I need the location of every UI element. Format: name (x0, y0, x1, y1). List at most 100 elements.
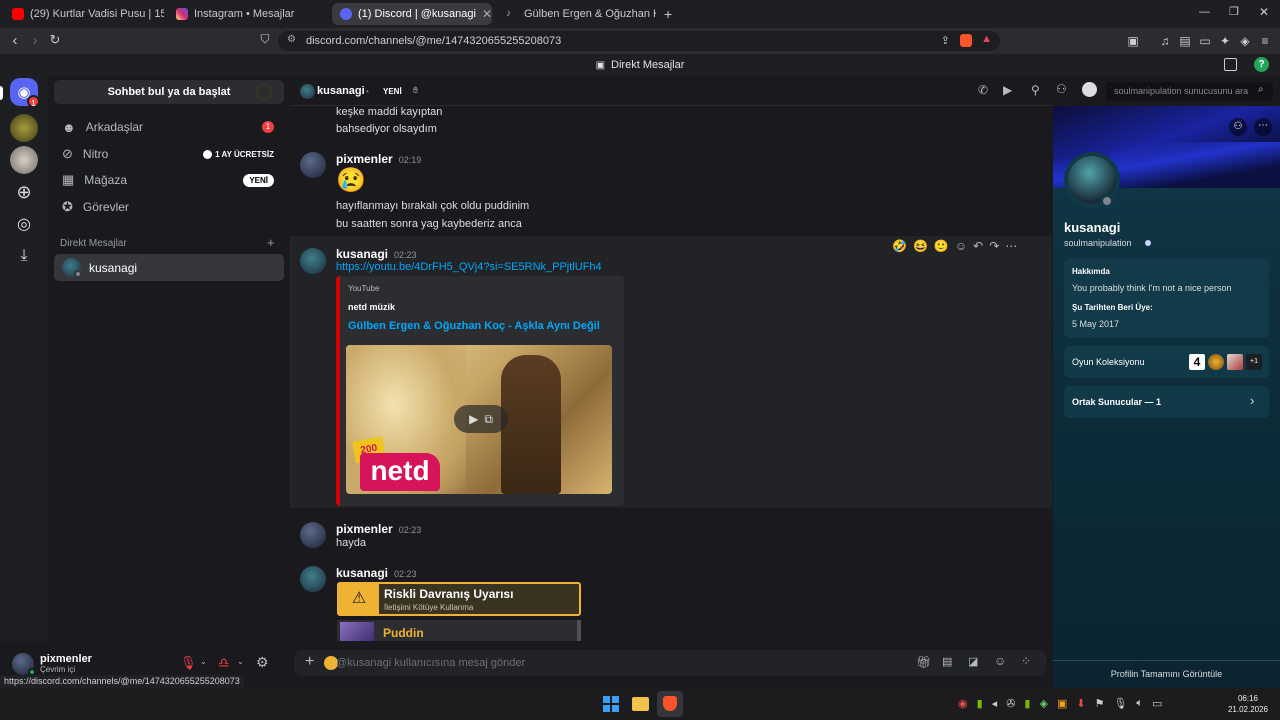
nvidia-icon[interactable]: ▮ (977, 697, 983, 710)
network-icon[interactable]: ▭ (1152, 697, 1162, 710)
speaker-icon[interactable]: 🔈︎ (1136, 697, 1143, 710)
tray-icon-9[interactable]: ⚑ (1095, 697, 1105, 710)
new-tab-icon[interactable]: + (664, 6, 672, 22)
search-input[interactable]: soulmanipulation sunucusunu ara ⌕ (1106, 82, 1273, 101)
address-field[interactable]: ⚙ discord.com/channels/@me/1474320655255… (278, 31, 1000, 51)
message-author[interactable]: pixmenler 02:23 (336, 522, 421, 536)
chevron-down-icon[interactable]: ⌄ (200, 657, 207, 666)
screenshot-icon[interactable]: ▣ (1126, 34, 1140, 48)
emoji-icon[interactable]: ☺ (994, 654, 1006, 668)
inbox-icon[interactable] (1224, 58, 1237, 71)
download-icon[interactable]: ⤓ (10, 242, 38, 270)
tray-icon-8[interactable]: ⬇ (1076, 697, 1085, 710)
close-tab-icon[interactable]: ✕ (482, 7, 492, 21)
reaction-laugh-icon[interactable]: 🤣 (892, 239, 907, 253)
tray-icon-4[interactable]: ✇ (1006, 697, 1015, 710)
mutual-servers-card[interactable]: Ortak Sunucular — 1 › (1064, 386, 1269, 418)
risk-warning-banner[interactable]: ⚠ Riskli Davranış Uyarısı İletişimi Kötü… (337, 582, 581, 616)
bookmark-icon[interactable]: ⛉ (256, 32, 274, 47)
avatar[interactable] (300, 248, 326, 274)
play-icon[interactable]: ▶ (469, 412, 478, 426)
server-icon-1[interactable] (10, 114, 38, 142)
game-collection-card[interactable]: Oyun Koleksiyonu 4 +1 (1064, 346, 1269, 378)
user-profile-icon[interactable] (1082, 82, 1097, 97)
nav-quests[interactable]: ✪ Görevler (54, 194, 284, 220)
embed-channel[interactable]: netd müzik (348, 302, 395, 312)
tray-icon-7[interactable]: ▣ (1057, 697, 1067, 710)
gift-icon[interactable]: 🎁︎ (916, 655, 931, 669)
pin-icon[interactable]: ⚲ (1031, 83, 1040, 97)
tab-gulben[interactable]: ♪ Gülben Ergen & Oğuzhan Koç - Aşkla (498, 3, 656, 25)
avatar[interactable] (300, 566, 326, 592)
mic-muted-icon[interactable]: 🎙︎ (180, 655, 197, 671)
maximize-icon[interactable]: ❐ (1229, 5, 1239, 18)
video-call-icon[interactable]: ▶︎ (1003, 83, 1012, 97)
message-link[interactable]: https://youtu.be/4DrFH5_QVj4?si=SE5RNk_P… (336, 261, 602, 273)
add-friend-icon[interactable]: ⚇ (1229, 118, 1247, 136)
windows-start-icon[interactable] (603, 696, 619, 712)
gif-icon[interactable]: ▤ (942, 655, 952, 668)
message-input[interactable]: + @kusanagi kullanıcısına mesaj gönder 🎁… (294, 650, 1046, 676)
view-full-profile-link[interactable]: Profilin Tamamını Görüntüle (1053, 660, 1280, 688)
open-external-icon[interactable]: ⧉ (484, 412, 493, 427)
brave-shield-icon[interactable] (960, 34, 972, 47)
nav-shop[interactable]: ▦ Mağaza YENİ (54, 167, 284, 193)
headset-muted-icon[interactable]: ♎︎ (218, 655, 230, 671)
tab-discord[interactable]: (1) Discord | @kusanagi ✕ (332, 3, 492, 25)
back-icon[interactable]: ‹ (6, 32, 24, 49)
message-author[interactable]: pixmenler 02:19 (336, 152, 421, 166)
message-author[interactable]: kusanagi 02:23 (336, 566, 417, 580)
leo-ai-icon[interactable]: ✦ (1218, 34, 1232, 48)
apps-icon[interactable]: ⁘ (1021, 654, 1031, 668)
forward-icon[interactable]: › (26, 32, 44, 49)
reaction-smile-icon[interactable]: 🙂 (934, 239, 949, 253)
avatar[interactable] (300, 522, 326, 548)
vpn-icon[interactable]: ◈ (1238, 34, 1252, 48)
file-explorer-icon[interactable] (632, 697, 649, 711)
server-icon-2[interactable] (10, 146, 38, 174)
puddin-card[interactable]: Puddin (337, 620, 581, 641)
forward-icon[interactable]: ↷ (989, 239, 999, 253)
brave-rewards-icon[interactable]: ▲ (981, 33, 992, 45)
sidebar-icon[interactable]: ▤ (1178, 34, 1192, 48)
nav-nitro[interactable]: ⊘ Nitro 1 AY ÜCRETSİZ (54, 141, 284, 167)
discover-icon[interactable]: ◎ (10, 210, 38, 238)
dm-entry[interactable]: kusanagi (54, 254, 284, 281)
reply-icon[interactable]: ↶ (973, 239, 983, 253)
embed-title[interactable]: Gülben Ergen & Oğuzhan Koç - Aşkla Aynı … (348, 320, 600, 332)
brave-taskbar-button[interactable] (657, 691, 683, 717)
create-dm-icon[interactable]: + (267, 235, 275, 250)
video-controls[interactable]: ▶ ⧉ (454, 405, 508, 433)
find-conversation-button[interactable]: Sohbet bul ya da başlat (54, 80, 284, 104)
media-icon[interactable]: ♫ (1158, 34, 1172, 48)
add-server-icon[interactable]: ⊕ (10, 178, 38, 206)
window-close-icon[interactable]: ✕ (1259, 5, 1269, 19)
tab-youtube[interactable]: (29) Kurtlar Vadisi Pusu | 155. Bölüm (4, 3, 164, 25)
share-icon[interactable]: ⇪ (941, 34, 950, 47)
call-icon[interactable]: ✆ (978, 83, 988, 97)
wallet-icon[interactable]: ▭ (1198, 34, 1212, 48)
settings-gear-icon[interactable]: ⚙ (256, 654, 269, 671)
chevron-down-icon[interactable]: ⌄ (237, 657, 244, 666)
more-options-icon[interactable]: ⋯ (1005, 239, 1017, 253)
add-reaction-icon[interactable]: ☺ (955, 239, 967, 253)
site-info-icon[interactable]: ⚙ (287, 34, 296, 45)
tray-icon-5[interactable]: ▮ (1024, 697, 1030, 710)
dm-home-button[interactable]: ◉ 1 (10, 78, 40, 108)
tray-icon-3[interactable]: ◂ (992, 697, 998, 710)
clock[interactable]: 06:16 21.02.2026 (1222, 693, 1274, 715)
video-thumbnail[interactable]: 200 netd ▶ ⧉ (346, 345, 612, 494)
avatar[interactable] (300, 152, 326, 178)
message-author[interactable]: kusanagi 02:23 (336, 247, 417, 261)
reaction-grin-icon[interactable]: 😆 (913, 239, 928, 253)
add-friend-icon[interactable]: ⚇ (1056, 82, 1067, 96)
nav-friends[interactable]: ☻ Arkadaşlar 1 (54, 114, 284, 140)
tray-icon-6[interactable]: ◈ (1039, 697, 1047, 710)
sticker-icon[interactable]: ◪ (968, 655, 978, 668)
more-options-icon[interactable]: ⋯ (1254, 118, 1272, 136)
attach-plus-icon[interactable]: + (305, 653, 314, 671)
minimize-icon[interactable]: — (1199, 6, 1210, 18)
tab-instagram[interactable]: Instagram • Mesajlar (168, 3, 328, 25)
menu-icon[interactable]: ≡ (1258, 34, 1272, 48)
microphone-icon[interactable]: 🎙︎ (1113, 697, 1127, 710)
